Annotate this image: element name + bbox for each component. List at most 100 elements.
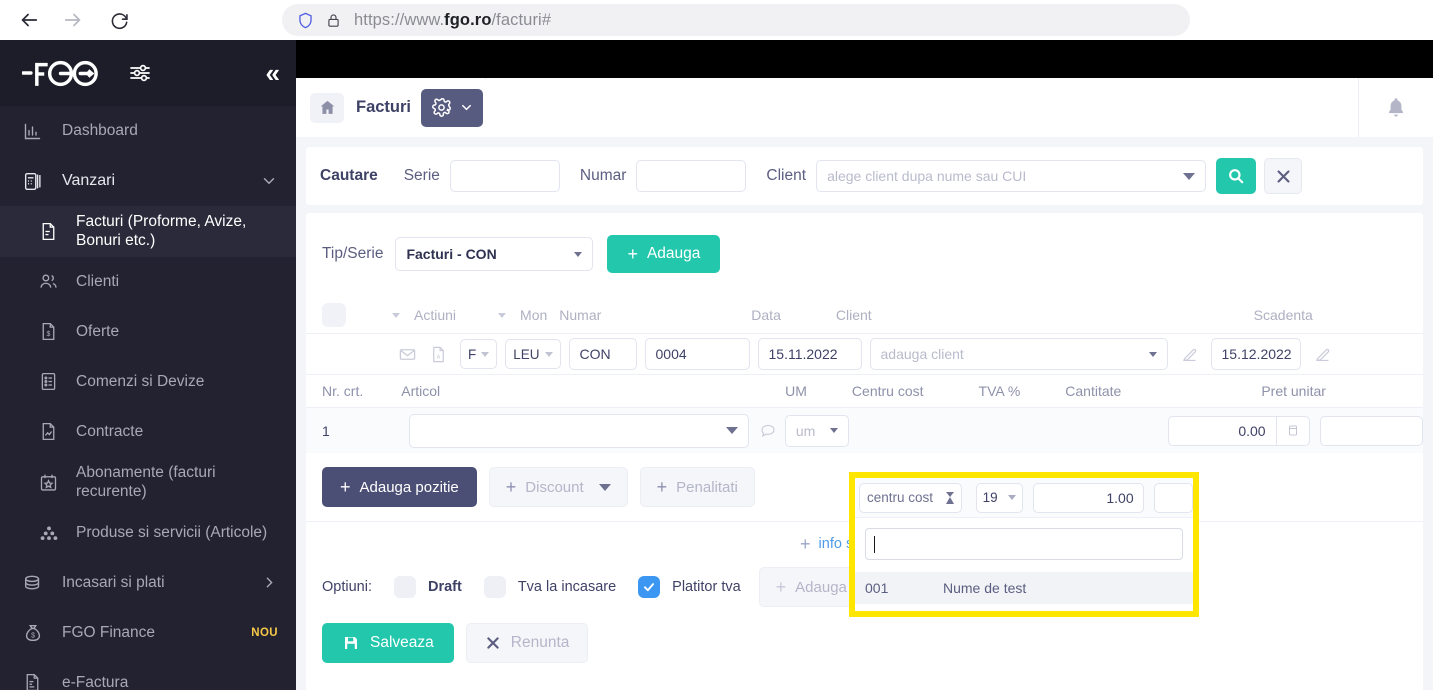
client-select-placeholder: alege client dupa nume sau CUI bbox=[827, 168, 1026, 184]
browser-reload-button[interactable] bbox=[102, 3, 136, 37]
articol-select[interactable] bbox=[409, 414, 749, 448]
sidebar-item-label: Oferte bbox=[76, 322, 119, 341]
notifications-button[interactable] bbox=[1358, 78, 1433, 137]
draft-checkbox[interactable] bbox=[394, 576, 416, 598]
clear-search-button[interactable] bbox=[1264, 158, 1302, 194]
chevron-down-icon bbox=[1008, 495, 1016, 500]
browser-back-button[interactable] bbox=[12, 3, 46, 37]
sort-caret-actiuni-icon[interactable] bbox=[392, 313, 400, 318]
add-invoice-button[interactable]: + Adauga bbox=[607, 235, 720, 273]
tva-select[interactable]: 19 bbox=[976, 483, 1023, 513]
edit-scadenta-pencil-icon[interactable] bbox=[1313, 345, 1332, 364]
sidebar-item-oferte[interactable]: $ Oferte bbox=[0, 307, 296, 357]
sidebar-item-abonamente[interactable]: Abonamente (facturi recurente) bbox=[0, 457, 296, 508]
centru-cost-label: centru cost bbox=[867, 490, 933, 505]
platitor-tva-checkbox[interactable] bbox=[638, 576, 660, 598]
sidebar-item-incasari-plati[interactable]: Incasari si plati bbox=[0, 558, 296, 608]
home-icon[interactable] bbox=[310, 93, 344, 123]
fgo-logo[interactable] bbox=[22, 57, 106, 89]
filters-icon[interactable] bbox=[128, 61, 152, 85]
comment-icon[interactable] bbox=[759, 422, 777, 440]
list-document-icon bbox=[38, 371, 66, 392]
pdf-icon[interactable]: A bbox=[429, 345, 448, 364]
browser-address-bar[interactable]: https://www.fgo.ro/facturi# bbox=[282, 4, 1190, 36]
column-header-data: Data bbox=[751, 307, 781, 323]
add-position-button[interactable]: + Adauga pozitie bbox=[322, 467, 477, 507]
tab-facturi[interactable]: Facturi bbox=[296, 78, 487, 137]
um-select[interactable]: um bbox=[785, 415, 850, 447]
plus-icon: + bbox=[627, 245, 638, 263]
cantitate-extra-input[interactable] bbox=[1154, 483, 1193, 513]
edit-client-pencil-icon[interactable] bbox=[1180, 345, 1199, 364]
settings-menu-button[interactable] bbox=[421, 89, 483, 127]
text-cursor bbox=[874, 536, 875, 553]
centru-cost-select[interactable]: centru cost bbox=[859, 483, 962, 513]
moneda-select[interactable]: LEU bbox=[505, 339, 560, 369]
valoare-input[interactable] bbox=[1320, 416, 1423, 446]
save-button[interactable]: Salveaza bbox=[322, 623, 454, 663]
browser-forward-button[interactable] bbox=[56, 3, 90, 37]
sidebar-item-produse-servicii[interactable]: Produse si servicii (Articole) bbox=[0, 508, 296, 558]
contract-icon bbox=[38, 421, 66, 442]
browser-toolbar: https://www.fgo.ro/facturi# bbox=[0, 0, 1433, 40]
tab-strip: Facturi bbox=[296, 78, 1433, 137]
tip-document-select[interactable]: F bbox=[460, 339, 497, 369]
plus-icon: + bbox=[800, 535, 811, 553]
save-label: Salveaza bbox=[370, 634, 434, 652]
sidebar-item-label: e-Factura bbox=[62, 673, 128, 690]
centru-cost-search-input[interactable] bbox=[865, 528, 1183, 560]
sidebar-item-dashboard[interactable]: Dashboard bbox=[0, 106, 296, 156]
sidebar-item-contracte[interactable]: Contracte bbox=[0, 407, 296, 457]
column-header-tva: TVA % bbox=[979, 383, 1021, 399]
column-header-actiuni: Actiuni bbox=[414, 307, 456, 323]
list-item[interactable]: 001 Nume de test bbox=[855, 572, 1193, 604]
sidebar-item-fgo-finance[interactable]: $ FGO Finance NOU bbox=[0, 608, 296, 658]
tva-incasare-checkbox[interactable] bbox=[484, 576, 506, 598]
column-header-numar: Numar bbox=[559, 307, 601, 323]
pret-unitar-input[interactable]: 0.00 bbox=[1168, 416, 1276, 446]
sidebar-item-e-factura[interactable]: e-Factura bbox=[0, 658, 296, 690]
chevron-down-icon bbox=[1183, 173, 1195, 180]
serie-document-input[interactable]: CON bbox=[569, 338, 637, 370]
invoice-grid-header: Actiuni Mon Numar Data Client Scadenta bbox=[306, 297, 1423, 333]
centru-cost-dropdown-highlight: centru cost 19 1.00 001 Nume de test bbox=[849, 472, 1199, 617]
serie-input[interactable] bbox=[450, 160, 560, 192]
select-all-checkbox[interactable] bbox=[322, 303, 346, 327]
chevron-down-icon[interactable] bbox=[260, 172, 278, 190]
discount-button[interactable]: + Discount bbox=[489, 467, 628, 507]
numar-document-input[interactable]: 0004 bbox=[645, 338, 750, 370]
option-name: Nume de test bbox=[943, 580, 1026, 596]
chevron-right-icon[interactable] bbox=[261, 574, 278, 591]
invoice-editor-card: Tip/Serie Facturi - CON + Adauga Actiuni… bbox=[306, 213, 1423, 690]
search-button[interactable] bbox=[1216, 158, 1256, 194]
sidebar-item-vanzari[interactable]: Vanzari bbox=[0, 156, 296, 206]
users-icon bbox=[38, 271, 66, 292]
sidebar-item-clienti[interactable]: Clienti bbox=[0, 257, 296, 307]
client-document-select[interactable]: adauga client bbox=[870, 338, 1168, 370]
numar-input[interactable] bbox=[636, 160, 746, 192]
calculator-icon bbox=[22, 170, 52, 192]
scadenta-input[interactable]: 15.12.2022 bbox=[1211, 338, 1301, 370]
data-document-input[interactable]: 15.11.2022 bbox=[758, 338, 862, 370]
cancel-button[interactable]: Renunta bbox=[466, 623, 589, 663]
tip-serie-select[interactable]: Facturi - CON bbox=[395, 237, 593, 271]
column-header-um: UM bbox=[785, 383, 807, 399]
sidebar-collapse-icon[interactable]: « bbox=[266, 60, 280, 86]
chevron-down-icon bbox=[574, 252, 582, 257]
envelope-icon[interactable] bbox=[398, 345, 417, 364]
centru-cost-row: centru cost 19 1.00 bbox=[855, 478, 1193, 518]
tip-serie-label: Tip/Serie bbox=[322, 245, 383, 263]
cantitate-input[interactable]: 1.00 bbox=[1033, 483, 1144, 513]
tip-serie-row: Tip/Serie Facturi - CON + Adauga bbox=[306, 213, 1423, 273]
sidebar: « Dashboard Vanzari Facturi (Proforme, A… bbox=[0, 40, 296, 690]
sidebar-item-comenzi-devize[interactable]: Comenzi si Devize bbox=[0, 357, 296, 407]
calculator-icon[interactable] bbox=[1276, 416, 1310, 446]
chevron-down-icon bbox=[545, 352, 553, 357]
penalitati-button[interactable]: + Penalitati bbox=[640, 467, 755, 507]
client-select[interactable]: alege client dupa nume sau CUI bbox=[816, 160, 1206, 192]
tab-strip-filler bbox=[487, 78, 1358, 137]
client-document-placeholder: adauga client bbox=[881, 346, 964, 362]
column-header-centru-cost: Centru cost bbox=[852, 383, 924, 399]
sidebar-item-facturi[interactable]: Facturi (Proforme, Avize, Bonuri etc.) bbox=[0, 206, 296, 257]
sort-caret-mon-icon[interactable] bbox=[498, 313, 506, 318]
